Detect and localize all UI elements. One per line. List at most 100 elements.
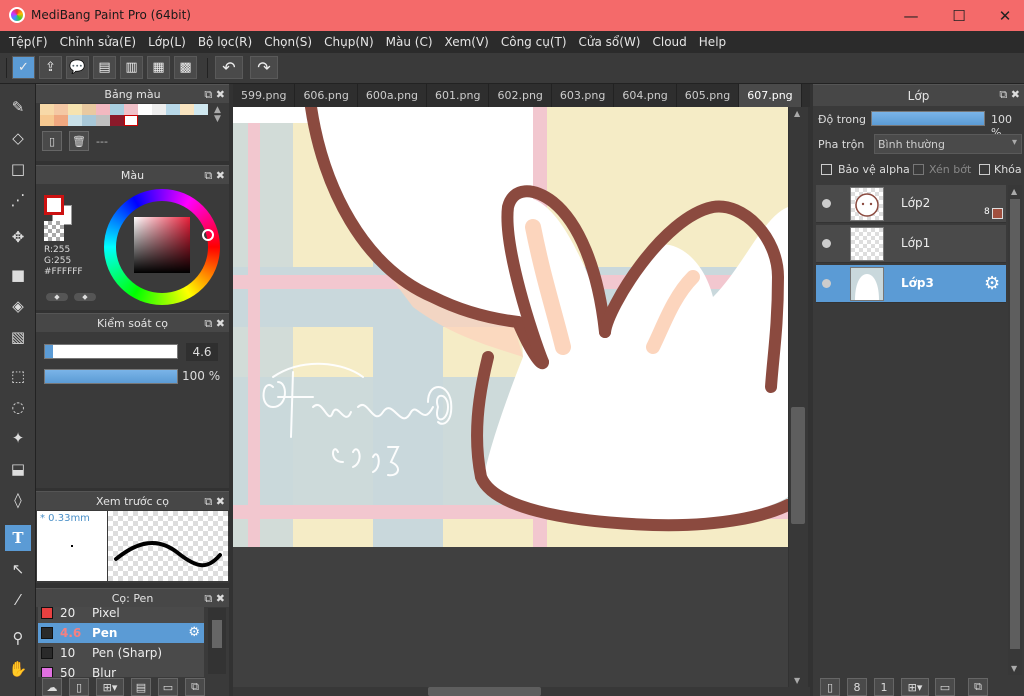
lasso-tool-icon[interactable]: ◌ [5,394,31,420]
menu-color[interactable]: Màu (C) [380,35,439,49]
tab-601[interactable]: 601.png [427,84,490,107]
brush-opacity-slider[interactable] [44,369,178,384]
brush-item[interactable]: 20 Pixel [38,607,204,623]
tab-606[interactable]: 606.png [295,84,358,107]
protect-alpha-checkbox[interactable] [821,164,832,175]
tile-icon[interactable]: ▩ [174,56,197,79]
menu-filter[interactable]: Bộ lọc(R) [192,35,258,49]
layer-scrollbar[interactable]: ▲ ▼ [1008,185,1022,675]
select-eraser-icon[interactable]: ◊ [5,487,31,513]
visibility-eye-icon[interactable] [822,239,831,248]
canvas-horizontal-scrollbar[interactable] [233,687,810,696]
tab-599[interactable]: 599.png [233,84,296,107]
transparent-color[interactable] [44,221,64,241]
brush-size-value[interactable]: 4.6 [186,343,218,361]
brush-duplicate-icon[interactable]: ⧉ [185,678,205,696]
tab-607[interactable]: 607.png [739,84,802,107]
eraser-tool-icon[interactable]: ◇ [5,125,31,151]
panel-controls-icon[interactable]: ⧉ ✖ [204,492,225,511]
select-pen-icon[interactable]: ⬓ [5,456,31,482]
new-layer-icon[interactable]: ▯ [820,678,840,696]
hand-tool-icon[interactable]: ✋ [5,656,31,682]
duplicate-layer-icon[interactable]: ⧉ [968,678,988,696]
panel-controls-icon[interactable]: ⧉ ✖ [999,85,1020,105]
menu-layer[interactable]: Lớp(L) [142,35,192,49]
canvas-vertical-scrollbar[interactable]: ▲ ▼ [789,107,808,687]
layer-row-lop2[interactable]: Lớp2 8 [816,185,1006,223]
menu-view[interactable]: Xem(V) [439,35,495,49]
eyedropper-tool-icon[interactable]: ⚲ [5,625,31,651]
brush-size-slider[interactable] [44,344,178,359]
add-layer-menu-icon[interactable]: ⊞▾ [901,678,929,696]
clipping-checkbox[interactable] [913,164,924,175]
new-palette-icon[interactable]: ▯ [42,131,62,151]
menu-edit[interactable]: Chỉnh sửa(E) [54,35,143,49]
layer-opacity-slider[interactable] [871,111,985,126]
layer-row-lop1[interactable]: Lớp1 [816,225,1006,263]
share-icon[interactable]: ⇪ [39,56,62,79]
drawing-canvas[interactable] [233,107,788,547]
brush-item-selected[interactable]: 4.6 Pen ⚙ [38,623,204,643]
color-option-icon[interactable]: ◆ [46,293,68,301]
blend-mode-select[interactable]: Bình thường ▾ [874,134,1022,154]
tab-600a[interactable]: 600a.png [358,84,428,107]
gradient-tool-icon[interactable]: ▧ [5,324,31,350]
color-option-icon[interactable]: ◆ [74,293,96,301]
brush-tool-icon[interactable]: ✎ [5,94,31,120]
magic-wand-icon[interactable]: ✦ [5,425,31,451]
add-brush-icon[interactable]: ⊞▾ [96,678,124,696]
cloud-save-icon[interactable]: ✓ [12,56,35,79]
page-icon[interactable]: ▥ [120,56,143,79]
brush-item[interactable]: 10 Pen (Sharp) [38,643,204,663]
brush-list-scrollbar[interactable] [208,608,226,674]
cloud-brush-icon[interactable]: ☁ [42,678,62,696]
delete-palette-icon[interactable]: 🗑 [69,131,89,151]
operation-tool-icon[interactable]: ↖ [5,556,31,582]
comment-icon[interactable]: ▤ [93,56,116,79]
bucket-tool-icon[interactable]: ◈ [5,293,31,319]
layer-settings-gear-icon[interactable]: ⚙ [984,273,1000,294]
saturation-square[interactable] [134,217,190,273]
brush-copy-icon[interactable]: ▤ [131,678,151,696]
tab-604[interactable]: 604.png [614,84,677,107]
new-1bit-layer-icon[interactable]: 1 [874,678,894,696]
menu-cloud[interactable]: Cloud [647,35,693,49]
layer-folder-icon[interactable]: ▭ [935,678,955,696]
menu-window[interactable]: Cửa sổ(W) [573,35,647,49]
main-color[interactable] [44,195,64,215]
brush-folder-icon[interactable]: ▭ [158,678,178,696]
close-button[interactable]: ✕ [982,0,1024,31]
tab-605[interactable]: 605.png [677,84,740,107]
undo-button[interactable]: ↶ [215,56,243,79]
new-8bit-layer-icon[interactable]: 8 [847,678,867,696]
panel-controls-icon[interactable]: ⧉ ✖ [204,314,225,333]
palette-scroll-icon[interactable]: ▲ ▼ [214,106,221,124]
menu-tools[interactable]: Công cụ(T) [495,35,573,49]
grid-icon[interactable]: ▦ [147,56,170,79]
select-rect-icon[interactable]: ⬚ [5,363,31,389]
maximize-button[interactable]: ☐ [936,0,982,31]
fill-rect-icon[interactable]: ■ [5,262,31,288]
text-tool-icon[interactable]: T [5,525,31,551]
menu-select[interactable]: Chọn(S) [258,35,318,49]
panel-controls-icon[interactable]: ⧉ ✖ [204,166,225,185]
move-tool-icon[interactable]: ✥ [5,224,31,250]
menu-help[interactable]: Help [693,35,732,49]
hue-handle[interactable] [202,229,214,241]
panel-controls-icon[interactable]: ⧉ ✖ [204,589,225,608]
lock-checkbox[interactable] [979,164,990,175]
menu-snap[interactable]: Chụp(N) [318,35,380,49]
brush-item[interactable]: 50 Blur [38,663,204,677]
dot-brush-icon[interactable]: ⋰ [5,187,31,213]
divide-tool-icon[interactable]: ⁄ [5,587,31,613]
layer-row-lop3[interactable]: Lớp3 ⚙ [816,265,1006,303]
new-brush-icon[interactable]: ▯ [69,678,89,696]
redo-button[interactable]: ↷ [250,56,278,79]
tab-602[interactable]: 602.png [489,84,552,107]
tab-603[interactable]: 603.png [552,84,615,107]
menu-file[interactable]: Tệp(F) [3,35,54,49]
palette-swatches[interactable] [40,104,210,126]
speech-bubble-icon[interactable]: 💬 [66,56,89,79]
visibility-eye-icon[interactable] [822,279,831,288]
visibility-eye-icon[interactable] [822,199,831,208]
